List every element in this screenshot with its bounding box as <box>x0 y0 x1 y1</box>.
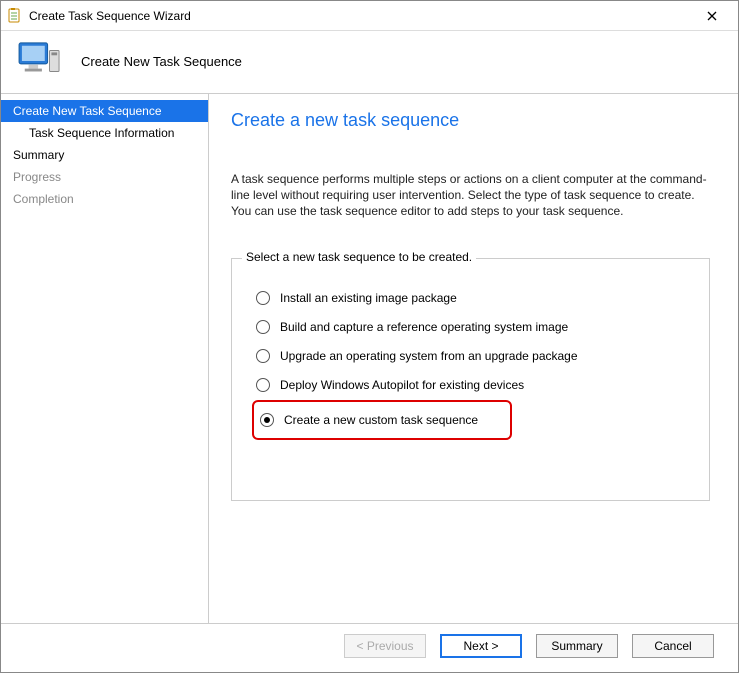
radio-icon <box>260 413 274 427</box>
radio-option-1[interactable]: Build and capture a reference operating … <box>252 313 689 341</box>
sidebar-step-2[interactable]: Summary <box>1 144 208 166</box>
monitor-icon <box>17 41 63 81</box>
radio-icon <box>256 291 270 305</box>
options-group-label: Select a new task sequence to be created… <box>242 250 476 264</box>
radio-label: Create a new custom task sequence <box>284 413 478 427</box>
radio-label: Build and capture a reference operating … <box>280 320 568 334</box>
radio-label: Upgrade an operating system from an upgr… <box>280 349 578 363</box>
summary-button[interactable]: Summary <box>536 634 618 658</box>
radio-label: Install an existing image package <box>280 291 457 305</box>
radio-option-3[interactable]: Deploy Windows Autopilot for existing de… <box>252 371 689 399</box>
previous-button: < Previous <box>344 634 426 658</box>
titlebar: Create Task Sequence Wizard <box>1 1 738 31</box>
sidebar-step-3: Progress <box>1 166 208 188</box>
wizard-body: Create New Task SequenceTask Sequence In… <box>1 94 738 623</box>
next-button[interactable]: Next > <box>440 634 522 658</box>
radio-option-0[interactable]: Install an existing image package <box>252 284 689 312</box>
header-subtitle: Create New Task Sequence <box>81 54 242 69</box>
content-area: Create a new task sequence A task sequen… <box>209 94 738 623</box>
radio-label: Deploy Windows Autopilot for existing de… <box>280 378 524 392</box>
highlighted-option: Create a new custom task sequence <box>252 400 512 440</box>
radio-option-4[interactable]: Create a new custom task sequence <box>256 406 508 434</box>
sidebar-step-4: Completion <box>1 188 208 210</box>
window-title: Create Task Sequence Wizard <box>29 9 692 23</box>
options-group: Select a new task sequence to be created… <box>231 258 710 501</box>
wizard-footer: < Previous Next > Summary Cancel <box>1 623 738 672</box>
wizard-app-icon <box>7 8 23 24</box>
radio-icon <box>256 349 270 363</box>
sidebar: Create New Task SequenceTask Sequence In… <box>1 94 209 623</box>
cancel-button[interactable]: Cancel <box>632 634 714 658</box>
close-button[interactable] <box>692 1 732 30</box>
page-description: A task sequence performs multiple steps … <box>231 171 710 220</box>
radio-icon <box>256 378 270 392</box>
page-title: Create a new task sequence <box>231 110 710 131</box>
radio-option-2[interactable]: Upgrade an operating system from an upgr… <box>252 342 689 370</box>
sidebar-step-0[interactable]: Create New Task Sequence <box>1 100 208 122</box>
radio-icon <box>256 320 270 334</box>
sidebar-step-1[interactable]: Task Sequence Information <box>1 122 208 144</box>
wizard-header: Create New Task Sequence <box>1 31 738 94</box>
